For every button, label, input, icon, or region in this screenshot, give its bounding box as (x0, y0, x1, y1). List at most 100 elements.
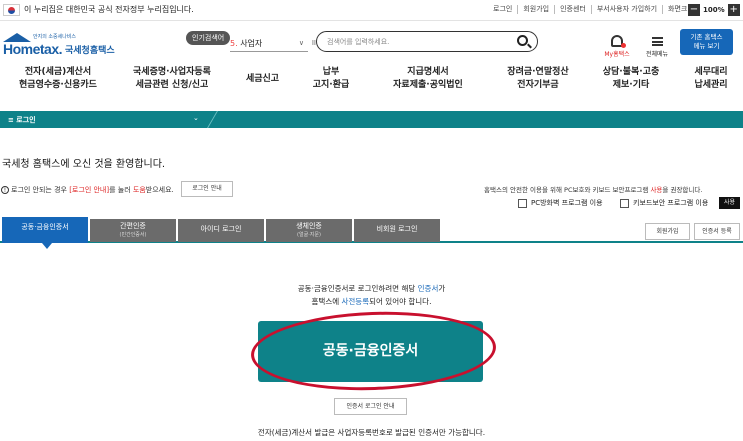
joint-certificate-login-button[interactable]: 공동·금융인증서 (258, 321, 483, 382)
korea-flag-icon (3, 4, 20, 16)
pc-firewall-checkbox[interactable] (518, 198, 527, 208)
search-icon[interactable] (517, 35, 528, 46)
signup-button[interactable]: 회원가입 (645, 223, 690, 240)
certificate-login-guide-button[interactable]: 인증서 로그인 안내 (334, 398, 407, 415)
login-link[interactable]: 로그인 (488, 5, 517, 14)
nav-item-tax-agent[interactable]: 세무대리 납세관리 (682, 66, 740, 92)
nav-label-line2: 현금영수증·신용카드 (19, 80, 97, 90)
hamburger-icon (651, 37, 663, 46)
logo-wordmark: Hometax. (3, 41, 63, 57)
nav-item-einvoice[interactable]: 전자(세금)계산서 현금영수증·신용카드 (8, 66, 108, 92)
dept-user-join-link[interactable]: 부서사용자 가입하기 (590, 5, 662, 14)
nav-item-tax-filing[interactable]: 세금신고 (235, 73, 290, 86)
my-hometax-label: My홈택스 (604, 51, 630, 58)
keyboard-security-checkbox[interactable] (620, 198, 629, 208)
tab-label: 생체인증 (296, 222, 322, 230)
login-breadcrumb[interactable]: ≡ 로그인 (8, 115, 36, 125)
tab-sublabel: (민간인증서) (119, 232, 147, 238)
pc-firewall-label: PC방화벽 프로그램 이용 (531, 199, 603, 207)
nav-label-line1: 세무대리 (694, 67, 728, 77)
certificate-instruction-line2: 홈택스에 사전등록되어 있어야 합니다. (0, 296, 743, 307)
popular-keyword[interactable]: 사업자 (240, 39, 262, 48)
keyboard-security-option[interactable]: 키보드보안 프로그램 이용 (620, 198, 708, 208)
zoom-control: − 100% + (688, 4, 740, 16)
nav-label-line1: 장려금·연말정산 (507, 67, 569, 77)
use-security-button[interactable]: 사용 (719, 197, 740, 209)
nav-label-line2: 세금관련 신청/신고 (135, 80, 209, 90)
register-certificate-button[interactable]: 인증서 등록 (694, 223, 740, 240)
search-input[interactable]: 검색어를 입력하세요. (327, 37, 389, 47)
instruction-text: 가 (438, 284, 446, 293)
top-utility-links: 로그인 회원가입 인증센터 부서사용자 가입하기 화면크기 (488, 5, 699, 14)
hometax-logo[interactable]: 안지의 소중세나비스 Hometax. 국세청홈택스 (3, 30, 118, 58)
tab-joint-certificate[interactable]: 공동·금융인증서 (2, 217, 88, 249)
zoom-in-button[interactable]: + (727, 4, 740, 16)
pre-registration-link[interactable]: 사전등록 (342, 297, 370, 306)
help-text-post: 받으세요. (145, 186, 174, 194)
tab-simple-auth[interactable]: 간편인증 (민간인증서) (90, 219, 176, 242)
popular-rank: 5. (230, 39, 238, 48)
gov-banner: 이 누리집은 대한민국 공식 전자정부 누리집입니다. 로그인 회원가입 인증센… (0, 0, 743, 21)
tab-id-login[interactable]: 아이디 로그인 (178, 219, 264, 242)
nav-label-line2: 고지·환급 (312, 80, 350, 90)
security-notice: 홈택스의 안전한 이용을 위해 PC보호와 키보드 보안프로그램 사용을 권장합… (484, 184, 702, 194)
cert-center-link[interactable]: 인증센터 (554, 5, 591, 14)
user-icon (611, 35, 626, 48)
nav-item-payment-statements[interactable]: 지급명세서 자료제출·공익법인 (378, 66, 478, 92)
tab-label: 간편인증 (120, 222, 146, 230)
signup-link[interactable]: 회원가입 (517, 5, 554, 14)
legacy-menu-line1: 기존 홈택스 (690, 33, 723, 41)
tab-biometric[interactable]: 생체인증 (얼굴·지문) (266, 219, 352, 242)
tab-label: 비회원 로그인 (376, 225, 418, 233)
logo-tagline: 안지의 소중세나비스 (33, 34, 76, 40)
einvoice-certificate-note: 전자(세금)계산서 발급은 사업자등록번호로 발급된 인증서만 가능합니다. (257, 428, 486, 437)
certificate-link[interactable]: 인증서 (418, 284, 439, 293)
page-title: 국세청 홈택스에 오신 것을 환영합니다. (2, 159, 166, 170)
tab-label: 아이디 로그인 (200, 225, 242, 233)
login-breadcrumb-bar: ≡ 로그인 ⌄ (0, 111, 743, 128)
tab-guest-login[interactable]: 비회원 로그인 (354, 219, 440, 242)
all-menu-button[interactable]: 전체메뉴 (644, 35, 670, 58)
nav-label-line1: 국세증명·사업자등록 (133, 67, 211, 77)
instruction-text: 홈택스에 (311, 297, 342, 306)
help-text-mid: 를 눌러 (109, 186, 133, 194)
nav-item-consultation[interactable]: 상담·불복·고충 제보·기타 (591, 66, 671, 92)
tab-sublabel: (얼굴·지문) (297, 232, 321, 238)
nav-label-line2: 전자기부금 (517, 80, 559, 90)
all-menu-label: 전체메뉴 (645, 51, 669, 58)
nav-label-line2: 자료제출·공익법인 (393, 80, 463, 90)
zoom-value: 100% (703, 6, 725, 14)
pc-firewall-option[interactable]: PC방화벽 프로그램 이용 (518, 198, 603, 208)
gov-banner-text: 이 누리집은 대한민국 공식 전자정부 누리집입니다. (24, 5, 194, 14)
login-guide-link[interactable]: [로그인 안내] (69, 186, 109, 194)
login-help-text: ! 로그인 안되는 경우 [로그인 안내]를 눌러 도움받으세요. (1, 185, 174, 195)
main-navigation: 전자(세금)계산서 현금영수증·신용카드 국세증명·사업자등록 세금관련 신청/… (0, 66, 743, 100)
legacy-menu-line2: 메뉴 보기 (693, 42, 720, 50)
chevron-down-icon[interactable]: ∨ (299, 39, 304, 47)
help-link[interactable]: 도움 (133, 186, 146, 194)
nav-item-payment[interactable]: 납부 고지·환급 (300, 66, 362, 92)
nav-label-line1: 상담·불복·고충 (602, 67, 660, 77)
nav-item-certificates[interactable]: 국세증명·사업자등록 세금관련 신청/신고 (122, 66, 222, 92)
nav-item-incentives[interactable]: 장려금·연말정산 전자기부금 (488, 66, 588, 92)
info-icon: ! (1, 186, 9, 194)
login-guide-button[interactable]: 로그인 안내 (181, 181, 233, 197)
legacy-menu-button[interactable]: 기존 홈택스 메뉴 보기 (680, 29, 733, 55)
keyboard-security-label: 키보드보안 프로그램 이용 (633, 199, 709, 207)
nav-label-line1: 지급명세서 (407, 67, 449, 77)
security-text-pre: 홈택스의 안전한 이용을 위해 PC보호와 키보드 보안프로그램 (484, 186, 651, 194)
popular-search-ticker[interactable]: 5. 사업자 ∨ II (230, 38, 316, 52)
chevron-down-icon[interactable]: ⌄ (193, 114, 199, 122)
security-text-red: 사용 (650, 186, 663, 194)
instruction-text: 되어 있어야 합니다. (369, 297, 432, 306)
breadcrumb-divider (196, 111, 218, 128)
nav-label-line1: 전자(세금)계산서 (24, 67, 92, 77)
login-method-tabs: 공동·금융인증서 간편인증 (민간인증서) 아이디 로그인 생체인증 (얼굴·지… (0, 217, 743, 249)
nav-label-line2: 납세관리 (694, 80, 728, 90)
zoom-out-button[interactable]: − (688, 4, 700, 16)
nav-label-line1: 세금신고 (245, 74, 280, 84)
tab-label: 공동·금융인증서 (21, 223, 69, 231)
search-box[interactable]: 검색어를 입력하세요. (316, 31, 538, 52)
instruction-text: 공동·금융인증서로 로그인하려면 해당 (297, 284, 418, 293)
my-hometax-button[interactable]: My홈택스 (600, 35, 634, 58)
